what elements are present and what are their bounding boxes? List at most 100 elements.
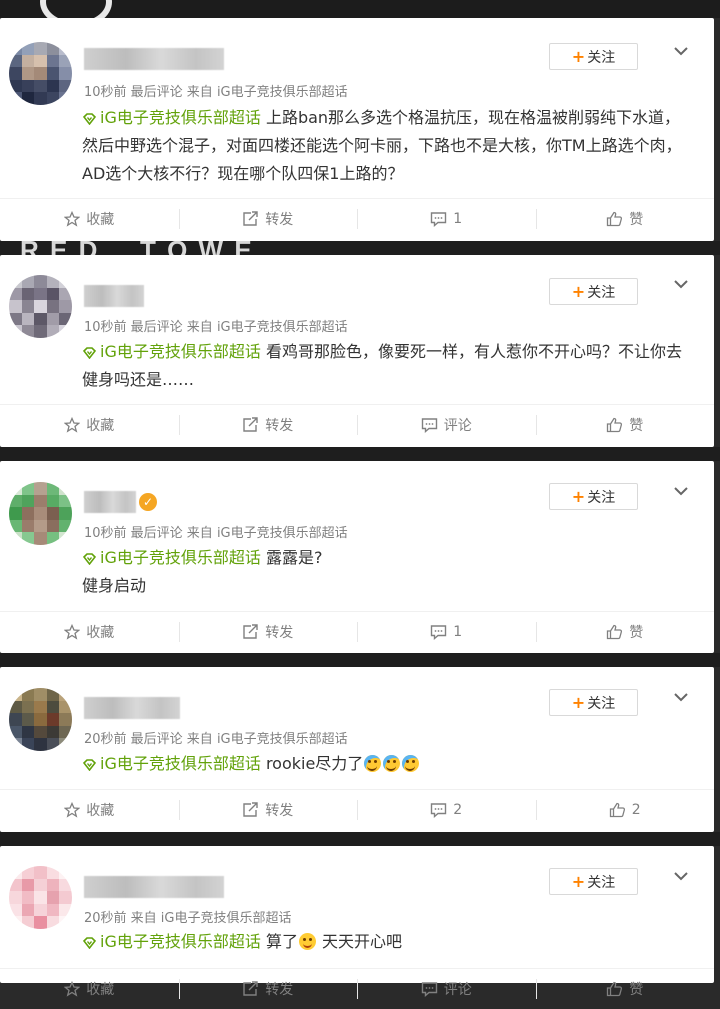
chevron-down-icon[interactable]	[672, 277, 690, 291]
collect-label: 收藏	[86, 212, 115, 228]
repost-label: 转发	[265, 625, 294, 641]
supertopic-icon	[82, 553, 97, 566]
username[interactable]	[84, 48, 224, 70]
comment-count: 2	[453, 802, 463, 818]
post-body: 露露是?	[260, 548, 323, 567]
repost-icon	[243, 624, 258, 639]
post-card: + 关注 20秒前 最后评论 来自 iG电子竞技俱乐部超话 iG电子竞技俱乐部超话…	[0, 667, 714, 832]
like-button[interactable]: 赞	[535, 199, 715, 239]
comment-button[interactable]: 2	[357, 790, 536, 830]
comment-icon	[431, 803, 447, 818]
repost-button[interactable]: 转发	[178, 969, 358, 1009]
background-strip: R E DT O W E	[0, 241, 720, 255]
comment-button[interactable]: 1	[357, 199, 536, 239]
follow-button[interactable]: + 关注	[549, 278, 638, 305]
repost-label: 转发	[265, 803, 294, 819]
star-icon	[64, 802, 81, 818]
avatar[interactable]	[9, 42, 72, 105]
collect-button[interactable]: 收藏	[0, 405, 179, 445]
avatar[interactable]	[9, 275, 72, 338]
repost-icon	[243, 211, 258, 226]
topic-link[interactable]: iG电子竞技俱乐部超话	[82, 932, 261, 951]
chevron-down-icon[interactable]	[672, 690, 690, 704]
post-text: iG电子竞技俱乐部超话 露露是? 健身启动	[82, 544, 692, 600]
background-strip	[0, 653, 720, 667]
collect-button[interactable]: 收藏	[0, 790, 179, 830]
username[interactable]	[84, 285, 144, 307]
like-label: 赞	[629, 625, 644, 641]
comment-count: 1	[453, 624, 463, 640]
plus-icon: +	[571, 872, 586, 891]
follow-label: 关注	[587, 874, 616, 891]
topic-link[interactable]: iG电子竞技俱乐部超话	[82, 754, 261, 773]
comment-icon	[421, 982, 437, 997]
username[interactable]	[84, 876, 224, 898]
action-bar: 收藏 转发 1 赞	[0, 198, 714, 239]
avatar[interactable]	[9, 482, 72, 545]
star-icon	[64, 211, 81, 227]
topic-label: iG电子竞技俱乐部超话	[100, 754, 261, 773]
action-bar: 收藏 转发 评论 赞	[0, 404, 714, 445]
post-body-line2: 健身启动	[82, 576, 147, 595]
action-bar: 收藏 转发 2 2	[0, 789, 714, 830]
avatar[interactable]	[9, 688, 72, 751]
topic-label: iG电子竞技俱乐部超话	[100, 932, 261, 951]
crying-emoji-icon	[383, 755, 401, 772]
crying-emoji-icon	[364, 755, 382, 772]
repost-button[interactable]: 转发	[178, 790, 358, 830]
topic-link[interactable]: iG电子竞技俱乐部超话	[82, 108, 261, 127]
supertopic-icon	[82, 113, 97, 126]
chevron-down-icon[interactable]	[672, 484, 690, 498]
topic-link[interactable]: iG电子竞技俱乐部超话	[82, 342, 261, 361]
collect-button[interactable]: 收藏	[0, 199, 179, 239]
post-text: iG电子竞技俱乐部超话 看鸡哥那脸色，像要死一样，有人惹你不开心吗？不让你去健身…	[82, 338, 692, 394]
avatar[interactable]	[9, 866, 72, 929]
topic-label: iG电子竞技俱乐部超话	[100, 548, 261, 567]
follow-label: 关注	[587, 695, 616, 712]
comment-button[interactable]: 评论	[357, 405, 536, 445]
comment-label: 评论	[443, 418, 472, 434]
chevron-down-icon[interactable]	[672, 44, 690, 58]
repost-button[interactable]: 转发	[178, 199, 358, 239]
topic-label: iG电子竞技俱乐部超话	[100, 108, 261, 127]
supertopic-icon	[82, 937, 97, 950]
plus-icon: +	[571, 47, 586, 66]
like-count: 2	[631, 802, 641, 818]
follow-button[interactable]: + 关注	[549, 483, 638, 510]
like-button[interactable]: 赞	[535, 969, 715, 1009]
chevron-down-icon[interactable]	[672, 869, 690, 883]
comment-count: 1	[453, 211, 463, 227]
collect-button[interactable]: 收藏	[0, 969, 179, 1009]
happy-emoji-icon	[298, 933, 316, 950]
collect-label: 收藏	[86, 625, 115, 641]
follow-button[interactable]: + 关注	[549, 689, 638, 716]
comment-icon	[431, 625, 447, 640]
like-button[interactable]: 赞	[535, 612, 715, 652]
post-body: rookie尽力了	[260, 754, 364, 773]
repost-button[interactable]: 转发	[178, 405, 358, 445]
collect-button[interactable]: 收藏	[0, 612, 179, 652]
like-button[interactable]: 赞	[535, 405, 715, 445]
repost-button[interactable]: 转发	[178, 612, 358, 652]
collect-label: 收藏	[86, 982, 115, 998]
like-button[interactable]: 2	[535, 790, 715, 830]
post-card: ✓ + 关注 10秒前 最后评论 来自 iG电子竞技俱乐部超话 iG电子竞技俱乐部…	[0, 461, 714, 653]
follow-label: 关注	[587, 284, 616, 301]
username[interactable]	[84, 697, 180, 719]
comment-button[interactable]: 1	[357, 612, 536, 652]
follow-button[interactable]: + 关注	[549, 43, 638, 70]
post-meta: 20秒前 来自 iG电子竞技俱乐部超话	[84, 911, 292, 926]
plus-icon: +	[571, 282, 586, 301]
supertopic-icon	[82, 759, 97, 772]
thumbs-up-icon	[609, 802, 625, 818]
like-label: 赞	[629, 212, 644, 228]
username[interactable]	[84, 491, 136, 513]
comment-button[interactable]: 评论	[357, 969, 536, 1009]
action-bar: 收藏 转发 1 赞	[0, 611, 714, 652]
post-text: iG电子竞技俱乐部超话 算了 天天开心吧	[82, 928, 692, 956]
comment-label: 评论	[443, 982, 472, 998]
follow-button[interactable]: + 关注	[549, 868, 638, 895]
background-strip	[0, 447, 720, 461]
topic-link[interactable]: iG电子竞技俱乐部超话	[82, 548, 261, 567]
like-label: 赞	[629, 418, 644, 434]
